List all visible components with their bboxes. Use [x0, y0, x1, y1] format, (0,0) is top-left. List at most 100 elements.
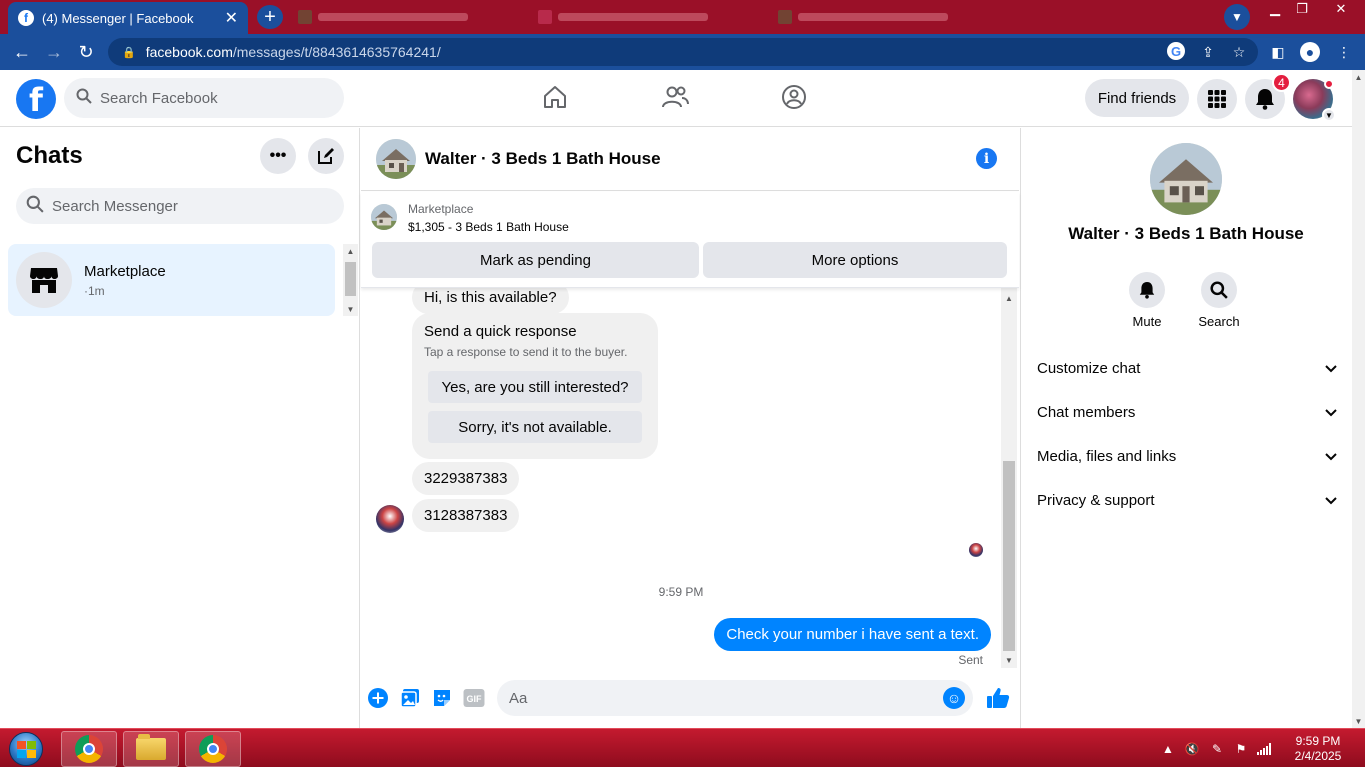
google-lens-icon[interactable]: G [1167, 42, 1185, 60]
new-tab-button[interactable]: + [257, 5, 283, 29]
facebook-logo-icon[interactable]: f [16, 79, 56, 119]
thread-scrollbar[interactable]: ▲ ▼ [1001, 288, 1017, 668]
taskbar-explorer-button[interactable] [123, 731, 179, 767]
message-composer[interactable]: ☺ [497, 680, 973, 716]
restore-icon[interactable]: ❐ [1290, 0, 1314, 18]
scroll-up-arrow-icon[interactable]: ▲ [343, 244, 358, 258]
more-options-button[interactable]: More options [703, 242, 1007, 278]
emoji-icon[interactable]: ☺ [943, 687, 965, 709]
conversation-title[interactable]: Walter · 3 Beds 1 Bath House [425, 149, 661, 169]
sheets-favicon-icon [778, 10, 792, 24]
home-icon[interactable] [540, 82, 570, 112]
search-icon [76, 88, 92, 108]
mute-label: Mute [1132, 314, 1162, 329]
search-action[interactable]: Search [1189, 272, 1249, 329]
minimize-icon[interactable]: ▁ [1262, 0, 1288, 18]
taskbar-chrome-button[interactable] [61, 731, 117, 767]
section-chat-members[interactable]: Chat members [1037, 394, 1337, 430]
section-label: Customize chat [1037, 359, 1141, 377]
back-arrow-icon[interactable]: ← [10, 41, 34, 63]
notifications-button[interactable]: 4 [1245, 73, 1291, 119]
section-media-files-links[interactable]: Media, files and links [1037, 438, 1337, 474]
taskbar-chrome-window-button[interactable] [185, 731, 241, 767]
mute-action[interactable]: Mute [1117, 272, 1177, 329]
chrome-icon [199, 735, 227, 763]
reload-icon[interactable]: ↻ [74, 41, 98, 63]
chevron-down-icon [1325, 361, 1337, 376]
new-message-icon[interactable] [308, 138, 344, 174]
message-timestamp: 9:59 PM [658, 585, 704, 599]
listing-photo[interactable] [371, 204, 397, 230]
scrollbar-thumb[interactable] [345, 262, 356, 296]
start-button[interactable] [4, 731, 48, 767]
photo-gallery-icon[interactable] [399, 687, 421, 709]
house-photo-avatar[interactable] [376, 139, 416, 179]
quick-response-button[interactable]: Sorry, it's not available. [428, 411, 642, 443]
page-scrollbar[interactable]: ▲ ▼ [1352, 70, 1365, 728]
scrollbar-thumb[interactable] [1003, 461, 1015, 651]
messenger-search-input[interactable] [52, 197, 344, 215]
house-photo-avatar-large[interactable] [1150, 143, 1222, 215]
menu-grid-icon[interactable] [1197, 79, 1237, 119]
chat-list-item[interactable]: Marketplace ·1m [8, 244, 335, 316]
action-center-flag-icon[interactable]: ⚑ [1233, 741, 1249, 757]
chats-title: Chats [16, 142, 83, 169]
plus-circle-icon[interactable] [367, 687, 389, 709]
bookmark-star-icon[interactable]: ☆ [1229, 42, 1249, 62]
facebook-search-input[interactable] [100, 89, 344, 107]
tab-close-icon[interactable]: ✕ [225, 8, 238, 28]
gif-icon[interactable]: GIF [463, 687, 485, 709]
show-hidden-icons-icon[interactable]: ▲ [1160, 741, 1176, 757]
thumbs-up-icon[interactable] [985, 685, 1011, 711]
svg-text:GIF: GIF [467, 694, 483, 704]
browser-tab-messenger[interactable]: f (4) Messenger | Facebook ✕ [8, 2, 248, 34]
pen-icon[interactable]: ✎ [1209, 741, 1225, 757]
scroll-down-arrow-icon[interactable]: ▼ [1352, 714, 1365, 728]
close-window-icon[interactable]: ✕ [1318, 0, 1364, 18]
scroll-up-arrow-icon[interactable]: ▲ [1352, 70, 1365, 84]
network-signal-icon[interactable] [1257, 741, 1273, 757]
chrome-menu-icon[interactable]: ⋮ [1334, 42, 1354, 62]
groups-icon[interactable] [779, 82, 809, 112]
address-bar[interactable]: 🔒 facebook.com/messages/t/88436146357642… [108, 38, 1258, 66]
browser-tab-background[interactable] [538, 8, 708, 26]
profile-icon[interactable]: ● [1300, 42, 1320, 62]
share-icon[interactable]: ⇪ [1198, 42, 1218, 62]
side-panel-icon[interactable]: ◧ [1268, 42, 1288, 62]
details-panel: Walter · 3 Beds 1 Bath House Mute Search… [1020, 128, 1350, 728]
browser-tab-background[interactable] [778, 8, 948, 26]
sender-avatar[interactable] [376, 505, 404, 533]
info-icon[interactable]: i [976, 148, 997, 169]
scroll-up-arrow-icon[interactable]: ▲ [1001, 291, 1017, 305]
account-avatar[interactable]: ▼ [1293, 79, 1336, 122]
friends-icon[interactable] [660, 82, 690, 112]
more-options-icon[interactable]: ••• [260, 138, 296, 174]
tab-search-chevron-icon[interactable]: ▼ [1224, 4, 1250, 30]
messenger-search[interactable] [16, 188, 344, 224]
scroll-down-arrow-icon[interactable]: ▼ [1001, 653, 1017, 667]
listing-title[interactable]: $1,305 - 3 Beds 1 Bath House [408, 220, 569, 234]
marketplace-listing-banner: Marketplace $1,305 - 3 Beds 1 Bath House… [361, 192, 1019, 288]
section-label: Media, files and links [1037, 447, 1177, 465]
find-friends-button[interactable]: Find friends [1085, 79, 1189, 117]
system-clock[interactable]: 9:59 PM 2/4/2025 [1283, 734, 1353, 764]
search-icon [26, 195, 44, 218]
facebook-search[interactable] [64, 78, 344, 118]
quick-response-button[interactable]: Yes, are you still interested? [428, 371, 642, 403]
mark-as-pending-button[interactable]: Mark as pending [372, 242, 699, 278]
scroll-down-arrow-icon[interactable]: ▼ [343, 302, 358, 316]
url-path: /messages/t/8843614635764241/ [232, 44, 441, 60]
chat-list-scrollbar[interactable]: ▲ ▼ [343, 244, 358, 316]
incoming-message: Hi, is this available? [412, 288, 569, 314]
volume-muted-icon[interactable]: 🔇 [1184, 741, 1200, 757]
section-customize-chat[interactable]: Customize chat [1037, 350, 1337, 386]
forward-arrow-icon[interactable]: → [42, 41, 66, 63]
sticker-icon[interactable] [431, 687, 453, 709]
details-title: Walter · 3 Beds 1 Bath House [1068, 224, 1304, 243]
browser-tab-background[interactable] [298, 8, 468, 26]
bell-icon [1256, 89, 1274, 110]
lock-icon[interactable]: 🔒 [122, 46, 136, 59]
tab-title-blurred [558, 13, 708, 21]
section-privacy-support[interactable]: Privacy & support [1037, 482, 1337, 518]
message-input[interactable] [509, 689, 973, 707]
